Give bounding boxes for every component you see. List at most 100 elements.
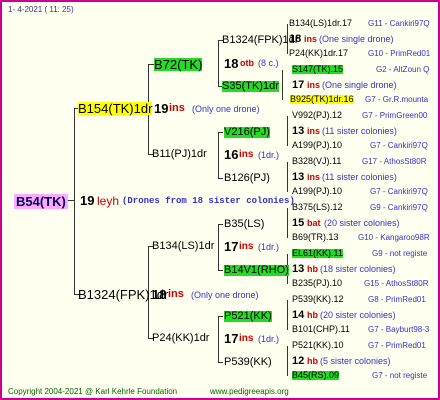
root-queen[interactable]: B54(TK) bbox=[14, 194, 68, 209]
gen3-note-1: (8 c.) bbox=[258, 58, 279, 68]
gen2-queen-3[interactable]: B134(LS)1dr bbox=[152, 241, 214, 252]
root-count: 19 bbox=[80, 193, 95, 208]
gen2-count-3: 17 bbox=[224, 239, 239, 254]
connector bbox=[287, 300, 288, 330]
gen4-note: (5 sister colonies) bbox=[320, 356, 391, 366]
gen1-queen-1[interactable]: B154(TK)1dr bbox=[78, 102, 153, 115]
connector bbox=[287, 346, 288, 376]
gen2-note-3: (1dr.) bbox=[258, 242, 280, 252]
gen2-queen-4[interactable]: P24(KK)1dr bbox=[152, 333, 209, 344]
gen2-unit-2: ins bbox=[239, 149, 254, 160]
gen1-note-2: (Only one drone) bbox=[191, 290, 259, 300]
gen4-queen[interactable]: EL61(KK).11 bbox=[292, 249, 343, 258]
gen4-ref: G7 - Cankiri97Q bbox=[370, 187, 428, 196]
gen2-unit-4: ins bbox=[239, 333, 254, 344]
gen2-queen-2[interactable]: B11(PJ)1dr bbox=[152, 149, 207, 160]
gen3-queen-7[interactable]: P521(KK) bbox=[224, 311, 272, 322]
connector bbox=[218, 224, 219, 270]
connector bbox=[218, 270, 223, 271]
gen4-unit: ins bbox=[307, 80, 321, 90]
gen4-unit: hb bbox=[307, 310, 318, 320]
gen4-count: 13 bbox=[292, 263, 305, 275]
gen3-queen-1[interactable]: B1324(FPK)1dr bbox=[222, 35, 298, 46]
gen4-queen[interactable]: B328(VJ).11 bbox=[292, 157, 341, 166]
gen3-queen-5[interactable]: B35(LS) bbox=[224, 219, 264, 230]
connector bbox=[218, 316, 219, 362]
gen4-queen[interactable]: P539(KK).12 bbox=[292, 295, 344, 304]
gen2-note-2: (1dr.) bbox=[258, 150, 280, 160]
gen2-count-4: 17 bbox=[224, 331, 239, 346]
gen2-queen-1[interactable]: B72(TK) bbox=[154, 58, 203, 71]
gen4-unit: ins bbox=[304, 34, 318, 44]
gen4-unit: hb bbox=[307, 356, 318, 366]
connector bbox=[287, 208, 288, 238]
gen4-queen[interactable]: A199(PJ).10 bbox=[292, 141, 342, 150]
gen4-ref: G9 - Cankiri97Q bbox=[370, 203, 428, 212]
gen4-unit: bat bbox=[307, 218, 321, 228]
gen4-ref: G17 - AthosSt80R bbox=[362, 157, 427, 166]
connector bbox=[218, 316, 223, 317]
gen1-note-1: (Only one drone) bbox=[192, 104, 260, 114]
pedigree-frame: 1- 4-2021 ( 11: 25) B54(TK) 19 leyh (Dro… bbox=[0, 0, 440, 400]
gen4-ref: G7 - Bayburt98-3 bbox=[368, 325, 430, 334]
connector bbox=[218, 132, 219, 178]
gen2-note-4: (1dr.) bbox=[258, 334, 280, 344]
gen4-ref: G7 - PrimGreen00 bbox=[362, 111, 428, 120]
gen4-ref: G15 - AthosSt80R bbox=[364, 279, 429, 288]
gen4-count: 12 bbox=[292, 355, 305, 367]
gen4-queen[interactable]: V992(PJ).12 bbox=[292, 111, 342, 120]
gen4-queen[interactable]: B375(LS).12 bbox=[292, 203, 343, 212]
gen4-unit: ins bbox=[307, 172, 321, 182]
gen4-ref: G9 - not registe bbox=[372, 249, 428, 258]
gen4-count: 13 bbox=[292, 125, 305, 137]
gen4-queen[interactable]: S147(TK).15 bbox=[292, 65, 344, 74]
gen4-ref: G2 - AltZoun Q bbox=[376, 65, 430, 74]
gen4-queen[interactable]: B69(TR).13 bbox=[292, 233, 339, 242]
gen4-count: 13 bbox=[292, 171, 305, 183]
connector bbox=[218, 132, 223, 133]
gen4-note: (18 sister colonies) bbox=[320, 264, 396, 274]
gen3-queen-6[interactable]: B14V1(RHO) bbox=[224, 265, 289, 276]
gen3-queen-4[interactable]: B126(PJ) bbox=[224, 173, 270, 184]
gen4-ref: G10 - Kangaroo98R bbox=[358, 233, 430, 242]
gen4-count: 15 bbox=[292, 217, 305, 229]
footer-site-link[interactable]: www.pedigreeapis.org bbox=[210, 388, 289, 396]
gen4-unit: hb bbox=[307, 264, 318, 274]
root-breeder: leyh bbox=[97, 194, 120, 208]
connector bbox=[218, 362, 223, 363]
gen4-queen[interactable]: B45(RS).09 bbox=[292, 371, 340, 380]
connector bbox=[287, 162, 288, 192]
gen4-ref: G7 - Cankiri97Q bbox=[370, 141, 428, 150]
connector bbox=[74, 108, 75, 294]
gen1-count-2: 18 bbox=[152, 287, 167, 302]
gen4-note: (20 sister colonies) bbox=[324, 218, 400, 228]
gen4-count: 14 bbox=[292, 309, 305, 321]
gen4-note: (11 sister colonies) bbox=[322, 126, 397, 136]
connector bbox=[218, 224, 223, 225]
gen2-count-2: 16 bbox=[224, 147, 239, 162]
gen4-queen[interactable]: B235(PJ).10 bbox=[292, 279, 342, 288]
gen4-ref: G8 - PrimRed01 bbox=[368, 295, 426, 304]
root-note: (Drones from 18 sister colonies) bbox=[122, 196, 295, 206]
gen3-queen-2[interactable]: S35(TK)1dr bbox=[222, 81, 279, 92]
gen3-unit-1: otb bbox=[240, 58, 254, 68]
gen4-note: (One single drone) bbox=[319, 34, 394, 44]
gen4-note: (11 sister colonies) bbox=[322, 172, 397, 182]
gen4-ref: G7 - PrimRed01 bbox=[368, 341, 426, 350]
footer-copyright: Copyright 2004-2021 @ Karl Kehrle Founda… bbox=[8, 387, 178, 396]
gen4-queen[interactable]: B925(TK)1dr.16 bbox=[290, 95, 354, 104]
gen4-queen[interactable]: P24(KK)1dr.17 bbox=[289, 49, 348, 58]
gen1-unit-1: ins bbox=[169, 102, 185, 114]
gen3-queen-8[interactable]: P539(KK) bbox=[224, 357, 272, 368]
gen4-note: (One single drone) bbox=[322, 80, 397, 90]
gen4-queen[interactable]: B101(CHP).11 bbox=[292, 325, 350, 334]
gen4-unit: ins bbox=[307, 126, 321, 136]
gen4-queen[interactable]: A199(PJ).10 bbox=[292, 187, 342, 196]
gen4-count: 17 bbox=[292, 79, 305, 91]
header-date: 1- 4-2021 ( 11: 25) bbox=[8, 5, 74, 14]
gen1-count-1: 19 bbox=[154, 101, 169, 116]
gen3-queen-3[interactable]: V216(PJ) bbox=[224, 127, 270, 138]
gen4-queen[interactable]: P521(KK).10 bbox=[292, 341, 344, 350]
connector bbox=[282, 70, 283, 100]
gen4-queen[interactable]: B134(LS)1dr.17 bbox=[289, 19, 352, 28]
